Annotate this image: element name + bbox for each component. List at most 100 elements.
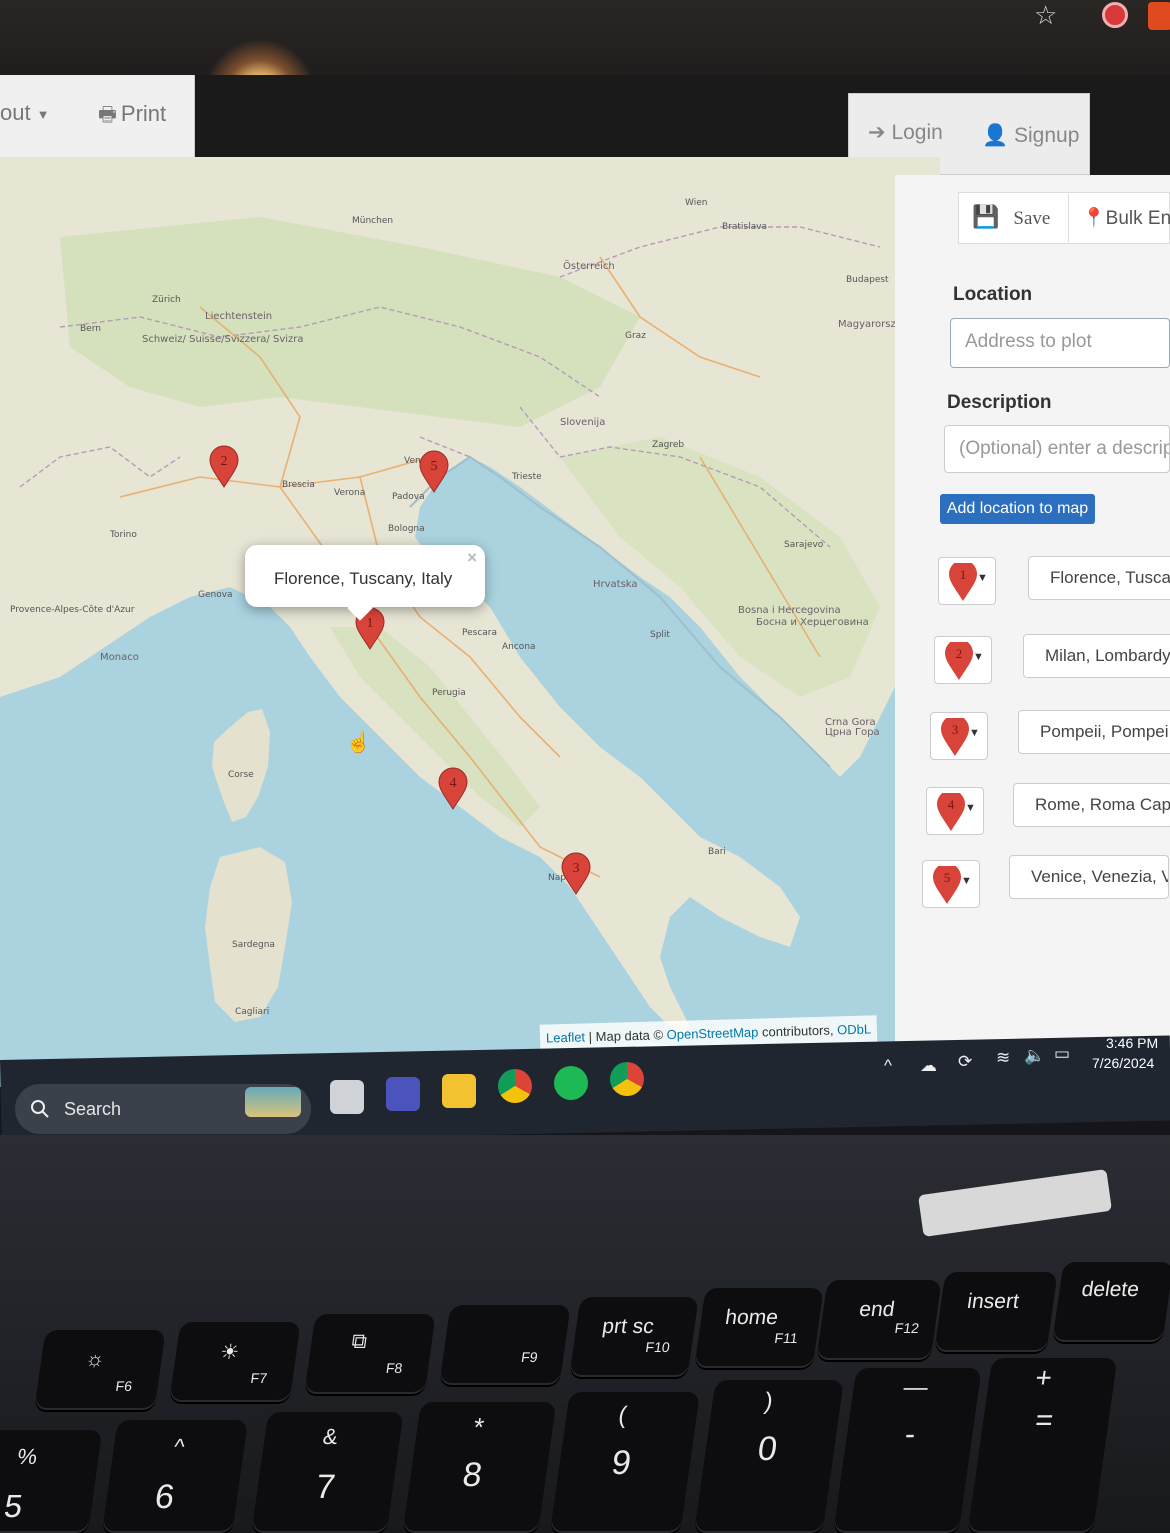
marker-pin-icon: 3 — [941, 718, 969, 756]
key-0[interactable]: ) 0 — [694, 1380, 844, 1533]
location-label: Location — [953, 284, 1033, 305]
chrome-icon[interactable] — [498, 1069, 532, 1103]
label-provence: Provence-Alpes-Côte d'Azur — [10, 604, 135, 615]
popup-close-icon[interactable]: × — [467, 548, 477, 568]
key-end[interactable]: end F12 — [816, 1280, 942, 1360]
teams-icon[interactable] — [386, 1077, 420, 1111]
bookmark-star-icon[interactable]: ☆ — [1034, 0, 1057, 31]
volume-icon[interactable]: 🔈 — [1024, 1046, 1045, 1066]
location-marker-dropdown-5[interactable]: 5 ▼ — [922, 860, 980, 908]
map-canvas[interactable]: Österreich Schweiz/ Suisse/Svizzera/ Svi… — [0, 157, 940, 1087]
label-wien: Wien — [685, 198, 707, 208]
key-minus[interactable]: — - — [833, 1368, 982, 1533]
location-name-3[interactable]: Pompeii, Pompei — [1018, 710, 1170, 754]
key-f6[interactable]: ☼ F6 — [34, 1330, 166, 1410]
key-sub: + — [1033, 1362, 1055, 1393]
sync-icon[interactable]: ⟳ — [958, 1052, 972, 1072]
extension-icon[interactable] — [1102, 2, 1128, 28]
task-view-icon[interactable] — [330, 1080, 364, 1114]
key-sub: ( — [616, 1402, 629, 1429]
key-sub: F6 — [114, 1378, 134, 1394]
add-location-button[interactable]: Add location to map — [940, 494, 1095, 524]
osm-link[interactable]: OpenStreetMap — [666, 1025, 758, 1043]
caret-down-icon: ▼ — [36, 106, 50, 122]
location-marker-dropdown-1[interactable]: 1 ▼ — [938, 557, 996, 605]
key-main: = — [1033, 1404, 1056, 1437]
signup-link[interactable]: 👤 Signup — [982, 124, 1079, 148]
key-sub: F11 — [773, 1330, 799, 1346]
key-delete[interactable]: delete — [1052, 1262, 1170, 1342]
key-home[interactable]: home F11 — [694, 1288, 824, 1368]
key-8[interactable]: * 8 — [402, 1402, 557, 1533]
header-gap-far-right — [1090, 93, 1170, 175]
file-explorer-icon[interactable] — [442, 1074, 476, 1108]
chevron-up-icon[interactable]: ^ — [884, 1056, 892, 1076]
key-prtsc[interactable]: prt sc F10 — [569, 1297, 699, 1377]
location-marker-dropdown-2[interactable]: 2 ▼ — [934, 636, 992, 684]
marker-number: 3 — [573, 861, 580, 876]
label-sarajevo: Sarajevo — [784, 540, 824, 550]
marker-pin-icon: 4 — [937, 793, 965, 831]
key-f9[interactable]: F9 — [439, 1305, 571, 1385]
login-link[interactable]: ➔ Login — [868, 120, 943, 145]
pin-number: 4 — [948, 797, 955, 812]
label-graz: Graz — [625, 331, 646, 341]
key-main: home — [723, 1306, 780, 1329]
layout-dropdown[interactable]: out ▼ — [0, 100, 49, 126]
onedrive-icon[interactable]: ☁ — [920, 1056, 937, 1076]
marker-pin-icon: 1 — [949, 563, 977, 601]
clock-time[interactable]: 3:46 PM — [1106, 1035, 1158, 1051]
location-name-4[interactable]: Rome, Roma Cap — [1013, 783, 1170, 827]
odbl-link[interactable]: ODbL — [837, 1021, 871, 1037]
key-main: - — [902, 1418, 918, 1451]
key-6[interactable]: ^ 6 — [102, 1420, 248, 1533]
marker-number: 4 — [450, 776, 457, 791]
key-insert[interactable]: insert — [934, 1272, 1058, 1352]
key-sub: — — [901, 1374, 930, 1401]
search-highlight-icon[interactable] — [245, 1087, 301, 1117]
location-marker-dropdown-4[interactable]: 4 ▼ — [926, 787, 984, 835]
clock-date[interactable]: 7/26/2024 — [1092, 1055, 1154, 1071]
map-marker-icon: 📍 — [1082, 208, 1106, 229]
sardinia-island — [205, 847, 292, 1022]
extension-icon-2[interactable] — [1148, 2, 1170, 30]
chrome-profile-icon[interactable] — [610, 1062, 644, 1096]
key-5[interactable]: % 5 — [0, 1430, 103, 1533]
label-bratislava: Bratislava — [722, 222, 767, 232]
map-tiles: Österreich Schweiz/ Suisse/Svizzera/ Svi… — [0, 157, 940, 1087]
attribution-contrib: contributors, — [758, 1022, 838, 1040]
bulk-entry-button[interactable]: 📍Bulk En — [1082, 206, 1170, 230]
sidebar-panel — [895, 175, 1170, 1055]
location-marker-dropdown-3[interactable]: 3 ▼ — [930, 712, 988, 760]
label-ancona: Ancona — [502, 642, 536, 652]
leaflet-link[interactable]: Leaflet — [546, 1029, 585, 1045]
print-button[interactable]: 🖶 Print — [98, 100, 166, 134]
description-input[interactable]: (Optional) enter a descrip — [944, 425, 1170, 473]
label-corsica: Corse — [228, 770, 254, 780]
location-name-2[interactable]: Milan, Lombardy — [1023, 634, 1170, 678]
key-f8[interactable]: ⧉ F8 — [304, 1314, 436, 1394]
toolbar-divider — [1068, 194, 1069, 242]
key-sub: % — [15, 1444, 39, 1469]
key-equals[interactable]: + = — [967, 1358, 1118, 1533]
sign-in-icon: ➔ — [868, 121, 886, 144]
user-plus-icon: 👤 — [982, 124, 1009, 147]
location-name-1[interactable]: Florence, Tusca — [1028, 556, 1170, 600]
spotify-icon[interactable] — [554, 1066, 588, 1100]
battery-icon[interactable]: ▭ — [1054, 1044, 1070, 1064]
label-munchen: München — [352, 216, 393, 226]
location-name-5[interactable]: Venice, Venezia, V — [1009, 855, 1169, 899]
key-9[interactable]: ( 9 — [550, 1392, 700, 1533]
wifi-icon[interactable]: ≋ — [996, 1048, 1010, 1068]
save-button[interactable]: 💾 Save — [972, 204, 1050, 230]
marker-pin-icon: 5 — [933, 866, 961, 904]
location-input[interactable]: Address to plot — [950, 318, 1170, 368]
key-7[interactable]: & 7 — [251, 1412, 404, 1533]
caret-down-icon: ▼ — [977, 572, 988, 584]
label-slovenija: Slovenija — [560, 417, 605, 428]
search-label: Search — [64, 1099, 122, 1119]
attribution-mapdata: | Map data © — [584, 1027, 667, 1045]
key-f7[interactable]: ☀ F7 — [169, 1322, 301, 1402]
hand-cursor-icon: ☝ — [346, 732, 371, 754]
label-torino: Torino — [109, 530, 137, 540]
